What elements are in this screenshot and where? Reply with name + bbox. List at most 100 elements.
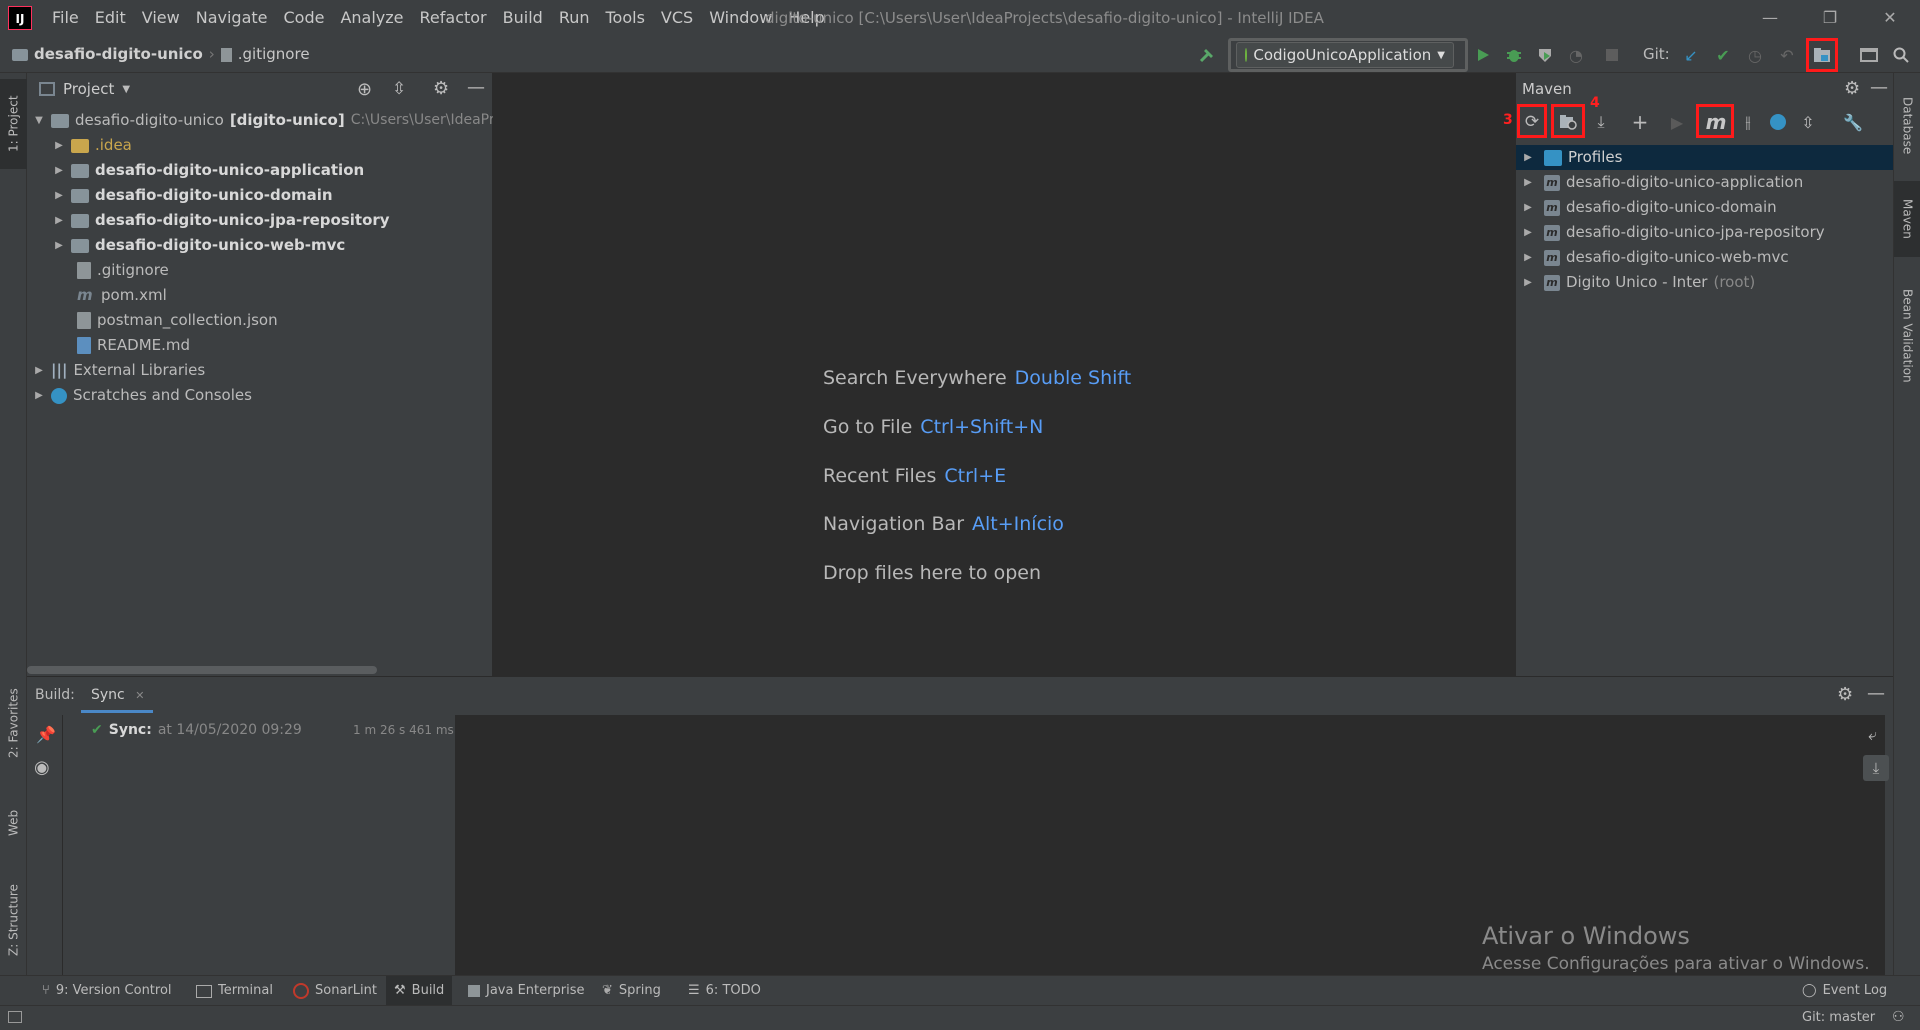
git-branch-widget[interactable]: Git: master [1802, 1006, 1875, 1030]
tree-root[interactable]: ▼ desafio-digito-unico [digito-unico] C:… [33, 108, 536, 133]
project-view-selector[interactable]: Project [63, 80, 114, 98]
maven-item-web-mvc[interactable]: ▶ m desafio-digito-unico-web-mvc [1516, 245, 1894, 270]
menu-edit[interactable]: Edit [87, 0, 134, 36]
toggle-offline-icon[interactable]: ⫲ [1737, 111, 1759, 133]
minimize-panel-icon[interactable]: — [1867, 683, 1885, 704]
tree-item-jpa-repository[interactable]: ▶ desafio-digito-unico-jpa-repository [53, 208, 389, 233]
minimize-button[interactable]: — [1740, 0, 1800, 36]
menu-build[interactable]: Build [495, 0, 551, 36]
hint-shortcut: Ctrl+E [944, 465, 1007, 487]
tab-web[interactable]: Web [0, 793, 27, 853]
debug-icon[interactable] [1503, 44, 1525, 66]
tab-maven[interactable]: Maven [1894, 181, 1920, 257]
tree-item-readme[interactable]: README.md [77, 333, 190, 358]
download-sources-icon[interactable]: ⤓ [1590, 111, 1612, 133]
tree-item-external-libraries[interactable]: ▶ ||| External Libraries [33, 358, 205, 383]
menu-run[interactable]: Run [551, 0, 598, 36]
event-log-button[interactable]: ◯ Event Log [1802, 976, 1887, 1006]
collapsed-arrow-icon: ▶ [1524, 251, 1532, 263]
build-hammer-icon[interactable] [1196, 44, 1218, 66]
tab-project[interactable]: 1: Project [0, 79, 27, 169]
minimize-panel-icon[interactable]: — [1870, 77, 1888, 98]
breadcrumb-file[interactable]: .gitignore [238, 36, 310, 73]
soft-wrap-icon[interactable]: ⤶ [1868, 725, 1877, 745]
project-structure-icon[interactable] [1811, 44, 1833, 66]
maven-item-jpa-repository[interactable]: ▶ m desafio-digito-unico-jpa-repository [1516, 220, 1894, 245]
tree-item-application[interactable]: ▶ desafio-digito-unico-application [53, 158, 364, 183]
tab-bean-validation[interactable]: Bean Validation [1894, 271, 1920, 401]
toggle-tool-windows-icon[interactable] [8, 1011, 22, 1023]
run-with-coverage-icon[interactable] [1534, 44, 1556, 66]
sync-result-row[interactable]: ✔ Sync: at 14/05/2020 09:29 [91, 715, 302, 745]
eye-icon[interactable]: ◉ [34, 757, 50, 778]
run-maven-build-icon[interactable]: ▶ [1666, 111, 1688, 133]
add-maven-project-icon[interactable]: + [1629, 110, 1651, 134]
tab-build[interactable]: ⚒ Build [386, 976, 453, 1006]
skip-tests-icon[interactable] [1767, 111, 1789, 133]
search-icon[interactable] [1890, 44, 1912, 66]
pin-icon[interactable]: 📌 [36, 725, 56, 744]
generate-sources-icon[interactable] [1557, 111, 1579, 133]
git-commit-icon[interactable]: ✔ [1712, 44, 1734, 66]
breadcrumb-project[interactable]: desafio-digito-unico [34, 36, 203, 73]
stop-icon[interactable] [1601, 44, 1623, 66]
tab-structure[interactable]: Z: Structure [0, 873, 27, 968]
scroll-to-end-icon[interactable]: ⤓ [1863, 755, 1889, 781]
run-icon[interactable] [1472, 44, 1494, 66]
tree-item-scratches[interactable]: ▶ Scratches and Consoles [33, 383, 252, 408]
spring-leaf-icon: ❦ [602, 983, 613, 998]
maven-item-root[interactable]: ▶ m Digito Unico - Inter (root) [1516, 270, 1894, 295]
menu-tools[interactable]: Tools [598, 0, 653, 36]
gear-icon[interactable]: ⚙ [1837, 684, 1853, 705]
gear-icon[interactable]: ⚙ [433, 78, 449, 99]
window-title: digito-unico [C:\Users\User\IdeaProjects… [765, 9, 1324, 27]
tree-item-gitignore[interactable]: .gitignore [77, 258, 169, 283]
maven-item-domain[interactable]: ▶ m desafio-digito-unico-domain [1516, 195, 1894, 220]
gear-icon[interactable]: ⚙ [1844, 78, 1860, 99]
reload-all-projects-icon[interactable]: ⟳ [1521, 111, 1543, 133]
profiler-icon[interactable]: ◔ [1565, 44, 1587, 66]
git-rollback-icon[interactable]: ↶ [1776, 44, 1798, 66]
menu-code[interactable]: Code [276, 0, 333, 36]
tab-java-enterprise[interactable]: Java Enterprise [468, 976, 584, 1006]
presentation-icon[interactable] [1858, 44, 1880, 66]
tab-todo[interactable]: ☰ 6: TODO [688, 976, 761, 1006]
tab-terminal[interactable]: Terminal [196, 976, 273, 1006]
tab-sync[interactable]: Sync ✕ [81, 677, 153, 713]
tab-database[interactable]: Database [1894, 81, 1920, 171]
tree-item-pom[interactable]: m pom.xml [77, 283, 167, 308]
git-update-icon[interactable]: ↙ [1680, 44, 1702, 66]
tree-item-idea[interactable]: ▶ .idea [53, 133, 132, 158]
collapse-all-icon[interactable]: ⇳ [392, 79, 406, 99]
close-button[interactable]: ✕ [1860, 0, 1920, 36]
restore-button[interactable]: ❐ [1800, 0, 1860, 36]
tree-item-postman[interactable]: postman_collection.json [77, 308, 278, 333]
tab-favorites[interactable]: 2: Favorites [0, 683, 27, 763]
inspector-icon[interactable]: ⚇ [1892, 1009, 1905, 1025]
java-enterprise-icon [468, 985, 480, 997]
tree-item-web-mvc[interactable]: ▶ desafio-digito-unico-web-mvc [53, 233, 345, 258]
sync-duration: 1 m 26 s 461 ms [353, 723, 454, 737]
git-history-icon[interactable]: ◷ [1744, 44, 1766, 66]
menu-navigate[interactable]: Navigate [188, 0, 276, 36]
tab-spring[interactable]: ❦ Spring [602, 976, 661, 1006]
locate-file-icon[interactable]: ⊕ [357, 79, 372, 100]
maven-item-application[interactable]: ▶ m desafio-digito-unico-application [1516, 170, 1894, 195]
menu-refactor[interactable]: Refactor [412, 0, 495, 36]
tree-item-domain[interactable]: ▶ desafio-digito-unico-domain [53, 183, 332, 208]
maven-settings-wrench-icon[interactable]: 🔧 [1842, 111, 1864, 133]
run-configuration-select[interactable]: CodigoUnicoApplication ▼ [1236, 42, 1454, 68]
menu-file[interactable]: File [44, 0, 87, 36]
menu-view[interactable]: View [134, 0, 188, 36]
tab-version-control[interactable]: ⑂ 9: Version Control [42, 976, 172, 1006]
collapse-all-icon[interactable]: ⇳ [1797, 111, 1819, 133]
horizontal-scrollbar[interactable] [27, 666, 377, 674]
hint-shortcut: Ctrl+Shift+N [920, 416, 1044, 438]
minimize-panel-icon[interactable]: — [467, 77, 485, 98]
menu-vcs[interactable]: VCS [653, 0, 701, 36]
maven-item-profiles[interactable]: ▶ Profiles [1516, 145, 1894, 170]
close-icon[interactable]: ✕ [135, 689, 144, 702]
menu-analyze[interactable]: Analyze [332, 0, 411, 36]
tab-sonarlint[interactable]: SonarLint [293, 976, 377, 1006]
execute-maven-goal-icon[interactable]: m [1705, 110, 1727, 134]
